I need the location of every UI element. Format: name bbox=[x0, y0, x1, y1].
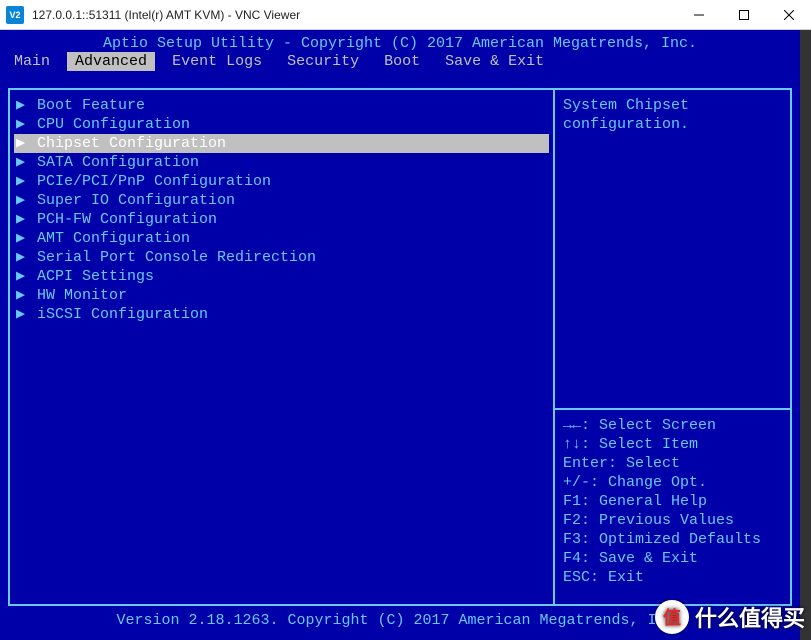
minimize-button[interactable] bbox=[676, 0, 721, 30]
keyhint-line: +/-: Change Opt. bbox=[563, 473, 782, 492]
submenu-arrow-icon: ▶ bbox=[16, 115, 28, 134]
menu-item-iscsi-configuration[interactable]: ▶ iSCSI Configuration bbox=[14, 305, 549, 324]
watermark-text: 什么值得买 bbox=[695, 601, 805, 633]
bios-keyhints: →←: Select Screen↑↓: Select ItemEnter: S… bbox=[555, 410, 790, 604]
menu-item-label: CPU Configuration bbox=[28, 116, 190, 133]
window-title: 127.0.0.1::51311 (Intel(r) AMT KVM) - VN… bbox=[30, 8, 676, 22]
menu-item-label: PCH-FW Configuration bbox=[28, 211, 217, 228]
menu-item-chipset-configuration[interactable]: ▶ Chipset Configuration bbox=[14, 134, 549, 153]
tab-save-exit[interactable]: Save & Exit bbox=[437, 52, 552, 71]
keyhint-line: F4: Save & Exit bbox=[563, 549, 782, 568]
menu-item-label: Chipset Configuration bbox=[28, 135, 226, 152]
menu-item-acpi-settings[interactable]: ▶ ACPI Settings bbox=[14, 267, 549, 286]
submenu-arrow-icon: ▶ bbox=[16, 286, 28, 305]
keyhint-line: ESC: Exit bbox=[563, 568, 782, 587]
keyhint-line: ↑↓: Select Item bbox=[563, 435, 782, 454]
menu-item-pcie-pci-pnp-configuration[interactable]: ▶ PCIe/PCI/PnP Configuration bbox=[14, 172, 549, 191]
tab-advanced[interactable]: Advanced bbox=[67, 52, 155, 71]
menu-item-label: Super IO Configuration bbox=[28, 192, 235, 209]
menu-item-label: SATA Configuration bbox=[28, 154, 199, 171]
submenu-arrow-icon: ▶ bbox=[16, 248, 28, 267]
bios-help-panel: System Chipset configuration. →←: Select… bbox=[555, 90, 790, 604]
menu-item-label: ACPI Settings bbox=[28, 268, 154, 285]
menu-item-sata-configuration[interactable]: ▶ SATA Configuration bbox=[14, 153, 549, 172]
keyhint-line: F3: Optimized Defaults bbox=[563, 530, 782, 549]
keyhint-line: F2: Previous Values bbox=[563, 511, 782, 530]
tab-event-logs[interactable]: Event Logs bbox=[164, 52, 270, 71]
menu-item-boot-feature[interactable]: ▶ Boot Feature bbox=[14, 96, 549, 115]
menu-item-pch-fw-configuration[interactable]: ▶ PCH-FW Configuration bbox=[14, 210, 549, 229]
app-icon: V2 bbox=[6, 6, 24, 24]
submenu-arrow-icon: ▶ bbox=[16, 210, 28, 229]
submenu-arrow-icon: ▶ bbox=[16, 96, 28, 115]
bios-header: Aptio Setup Utility - Copyright (C) 2017… bbox=[0, 30, 800, 52]
minimize-icon bbox=[694, 10, 704, 20]
bios-help-text: System Chipset configuration. bbox=[555, 90, 790, 410]
menu-item-cpu-configuration[interactable]: ▶ CPU Configuration bbox=[14, 115, 549, 134]
menu-item-label: Boot Feature bbox=[28, 97, 145, 114]
keyhint-line: F1: General Help bbox=[563, 492, 782, 511]
menu-item-label: Serial Port Console Redirection bbox=[28, 249, 316, 266]
menu-item-amt-configuration[interactable]: ▶ AMT Configuration bbox=[14, 229, 549, 248]
tab-boot[interactable]: Boot bbox=[376, 52, 428, 71]
bios-menu-list: ▶ Boot Feature▶ CPU Configuration▶ Chips… bbox=[10, 90, 555, 604]
keyhint-line: →←: Select Screen bbox=[563, 416, 782, 435]
maximize-button[interactable] bbox=[721, 0, 766, 30]
submenu-arrow-icon: ▶ bbox=[16, 305, 28, 324]
keyhint-line: Enter: Select bbox=[563, 454, 782, 473]
menu-item-label: iSCSI Configuration bbox=[28, 306, 208, 323]
close-button[interactable] bbox=[766, 0, 811, 30]
submenu-arrow-icon: ▶ bbox=[16, 229, 28, 248]
watermark-icon: 值 bbox=[655, 600, 689, 634]
watermark: 值 什么值得买 bbox=[655, 600, 805, 634]
close-icon bbox=[784, 10, 794, 20]
menu-item-serial-port-console-redirection[interactable]: ▶ Serial Port Console Redirection bbox=[14, 248, 549, 267]
maximize-icon bbox=[739, 10, 749, 20]
bios-frame: ▶ Boot Feature▶ CPU Configuration▶ Chips… bbox=[8, 88, 792, 606]
menu-item-label: AMT Configuration bbox=[28, 230, 190, 247]
bios-screen: Aptio Setup Utility - Copyright (C) 2017… bbox=[0, 30, 800, 640]
submenu-arrow-icon: ▶ bbox=[16, 172, 28, 191]
tab-security[interactable]: Security bbox=[279, 52, 367, 71]
menu-item-label: HW Monitor bbox=[28, 287, 127, 304]
submenu-arrow-icon: ▶ bbox=[16, 191, 28, 210]
bios-menubar: Main Advanced Event Logs Security Boot S… bbox=[0, 52, 800, 72]
menu-item-super-io-configuration[interactable]: ▶ Super IO Configuration bbox=[14, 191, 549, 210]
menu-item-label: PCIe/PCI/PnP Configuration bbox=[28, 173, 271, 190]
menu-item-hw-monitor[interactable]: ▶ HW Monitor bbox=[14, 286, 549, 305]
window-titlebar: V2 127.0.0.1::51311 (Intel(r) AMT KVM) -… bbox=[0, 0, 811, 30]
submenu-arrow-icon: ▶ bbox=[16, 267, 28, 286]
tab-main[interactable]: Main bbox=[6, 52, 58, 71]
submenu-arrow-icon: ▶ bbox=[16, 153, 28, 172]
submenu-arrow-icon: ▶ bbox=[16, 134, 28, 153]
